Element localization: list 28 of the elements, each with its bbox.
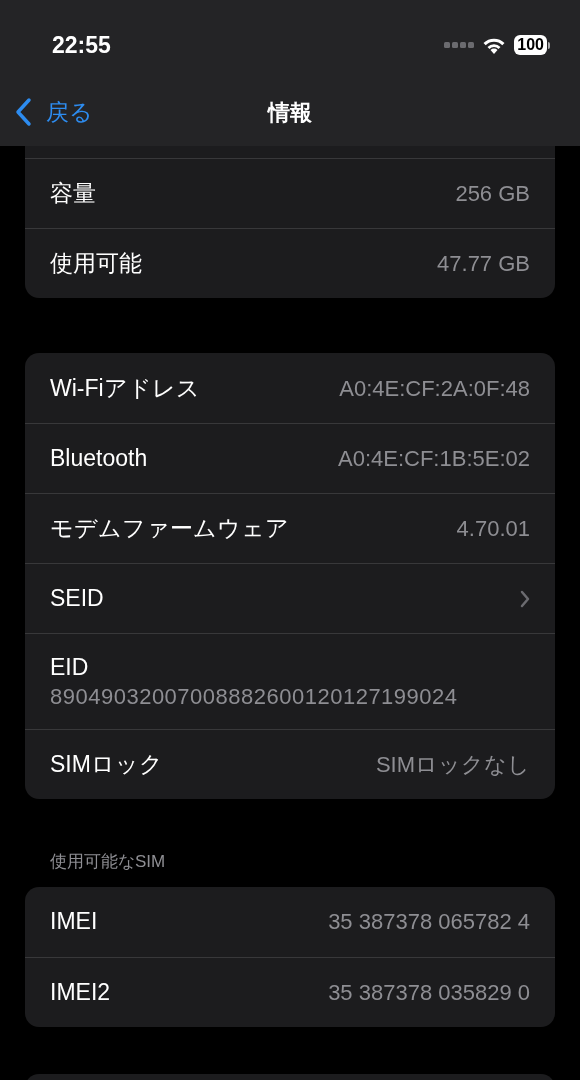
chevron-right-icon (520, 589, 530, 608)
row-value: 4.70.01 (456, 515, 530, 543)
back-button[interactable]: 戻る (0, 94, 93, 130)
wifi-icon (482, 36, 507, 54)
signal-icon (444, 42, 475, 48)
row-value: 47.77 GB (437, 250, 530, 278)
row-label: Bluetooth (50, 444, 148, 474)
row-label: モデムファームウェア (50, 514, 289, 544)
row-value: 256 GB (455, 180, 530, 208)
row-value: A0:4E:CF:1B:5E:02 (338, 445, 530, 473)
row-value: 35 387378 065782 4 (328, 908, 530, 936)
page-title: 情報 (268, 98, 312, 127)
section-header: 使用可能なSIM (49, 851, 167, 873)
row-label: 使用可能 (50, 249, 142, 279)
row-value: A0:4E:CF:2A:0F:48 (339, 374, 530, 403)
row-label: IMEI2 (50, 977, 111, 1007)
row-value: SIMロックなし (375, 751, 530, 779)
row-label: Wi-Fiアドレス (50, 373, 200, 403)
row-label: SIMロック (50, 750, 163, 780)
row-value: 35 387378 035829 0 (328, 978, 530, 1007)
row-label: EID (50, 652, 90, 682)
chevron-left-icon (14, 97, 32, 127)
row-label: IMEI (50, 907, 98, 937)
battery-icon: 100 (514, 35, 550, 55)
settings-row-link[interactable]: SEID (25, 563, 555, 633)
row-label: 容量 (50, 179, 96, 209)
status-time: 22:55 (52, 30, 111, 60)
row-value: 89049032007008882600120127199024 (50, 682, 459, 711)
